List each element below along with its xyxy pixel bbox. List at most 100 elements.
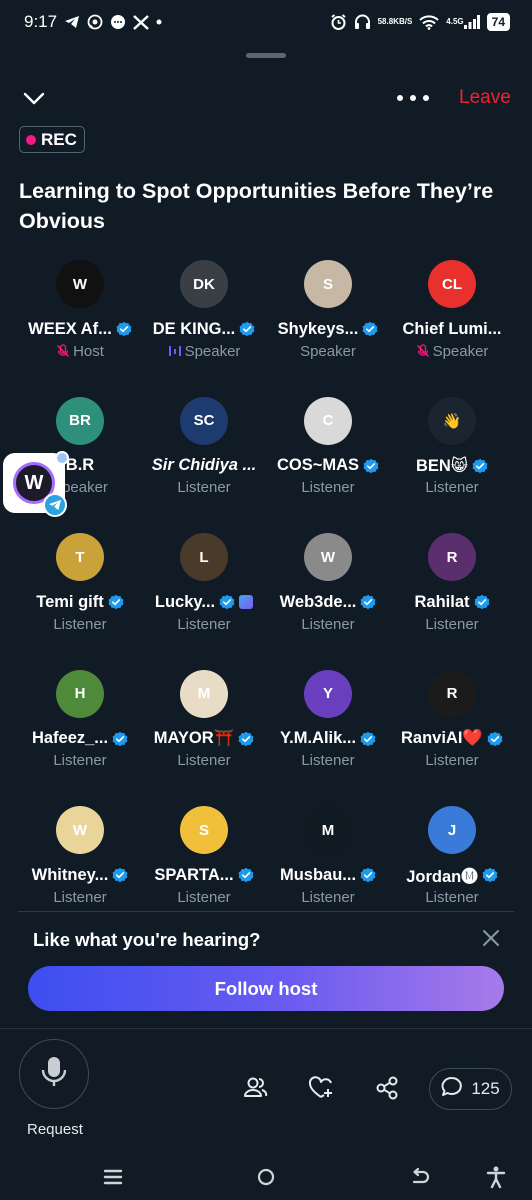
participant[interactable]: S SPARTA... Listener [142, 804, 266, 941]
microphone-icon [40, 1055, 68, 1094]
headphones-icon [354, 14, 371, 30]
participant-name-row: SPARTA... [154, 864, 253, 886]
participant[interactable]: W WEEX Af... Host [18, 258, 142, 395]
leave-button[interactable]: Leave [459, 87, 511, 109]
avatar[interactable]: Y [304, 669, 352, 718]
participant-role: Listener [53, 752, 107, 769]
follow-prompt-text: Like what you're hearing? [33, 929, 261, 950]
avatar[interactable]: H [56, 669, 104, 718]
comments-button[interactable]: 125 [429, 1068, 512, 1110]
wifi-icon [419, 14, 439, 30]
participant[interactable]: M Musbau... Listener [266, 804, 390, 941]
more-dot-icon [397, 95, 403, 101]
participant-role-row: Listener [425, 887, 478, 907]
participant-role: Host [73, 342, 104, 360]
participant-name-row: BEN😸 [416, 455, 488, 477]
participant-row: W WEEX Af... Host DK DE KING... Speaker S Shyke… [18, 258, 514, 395]
avatar[interactable]: R [428, 669, 476, 718]
share-button[interactable] [374, 1075, 400, 1101]
participant-role: Listener [425, 888, 479, 906]
participant[interactable]: W Whitney... Listener [18, 804, 142, 941]
system-nav-bar [0, 1152, 532, 1200]
verified-badge-icon [360, 867, 376, 883]
avatar[interactable]: 👋 [428, 396, 476, 445]
avatar[interactable]: W [56, 260, 104, 308]
close-icon [480, 930, 502, 953]
participant[interactable]: C COS~MAS Listener [266, 395, 390, 532]
participant-name-row: Lucky... [154, 591, 254, 613]
participant-row: H Hafeez_... Listener M MAYOR⛩️ Listener Y Y.M.… [18, 668, 514, 805]
collapse-button[interactable] [20, 86, 48, 110]
verified-badge-icon [116, 321, 132, 337]
request-to-speak-button[interactable] [19, 1039, 89, 1109]
recents-button[interactable] [101, 1165, 125, 1189]
accessibility-button[interactable] [484, 1165, 508, 1189]
participant-name: COS~MAS [276, 456, 360, 474]
avatar[interactable]: S [304, 260, 352, 308]
affiliate-badge-icon [239, 595, 254, 609]
react-button[interactable] [308, 1075, 334, 1101]
status-left: 9:17 [24, 12, 162, 32]
home-button[interactable] [254, 1165, 278, 1189]
participant[interactable]: W Web3de... Listener [266, 531, 390, 668]
avatar[interactable]: C [304, 396, 352, 445]
avatar[interactable]: BR [56, 396, 104, 445]
comment-icon [441, 1076, 463, 1103]
more-options-button[interactable] [397, 86, 429, 110]
avatar[interactable]: M [304, 806, 352, 854]
chevron-down-icon [20, 92, 48, 114]
verified-badge-icon [112, 731, 128, 747]
participant[interactable]: R Rahilat Listener [390, 531, 514, 668]
verified-badge-icon [362, 321, 378, 337]
back-button[interactable] [408, 1165, 432, 1189]
participant-role: Listener [177, 479, 231, 496]
participant-name: BEN😸 [415, 456, 469, 475]
participant-role-row: Listener [425, 614, 478, 634]
participant-name: RanviAI❤️ [401, 729, 483, 747]
participant-role-row: Listener [425, 478, 478, 498]
avatar[interactable]: L [180, 533, 228, 581]
participant[interactable]: M MAYOR⛩️ Listener [142, 668, 266, 805]
alarm-icon [330, 13, 347, 31]
avatar[interactable]: T [56, 533, 104, 581]
participant-role: Listener [177, 752, 231, 769]
participant-role-row: Listener [53, 887, 106, 907]
drag-handle[interactable] [246, 53, 286, 58]
participant[interactable]: Y Y.M.Alik... Listener [266, 668, 390, 805]
verified-badge-icon [474, 594, 490, 610]
avatar[interactable]: M [180, 669, 228, 718]
participant-role: Listener [301, 888, 355, 906]
participant[interactable]: 👋 BEN😸 Listener [390, 395, 514, 532]
participant-name: Lucky... [154, 592, 216, 611]
participant[interactable]: DK DE KING... Speaker [142, 258, 266, 395]
participant[interactable]: CL Chief Lumi... Speaker [390, 258, 514, 395]
speaking-bars-icon [168, 344, 182, 358]
participant-role-row: Listener [177, 887, 230, 907]
participant[interactable]: R RanviAI❤️ Listener [390, 668, 514, 805]
participant[interactable]: T Temi gift Listener [18, 531, 142, 668]
participant-role: Listener [53, 615, 107, 633]
avatar[interactable]: J [428, 806, 476, 854]
avatar[interactable]: W [304, 533, 352, 581]
follow-host-button[interactable]: Follow host [28, 966, 504, 1011]
avatar[interactable]: DK [180, 260, 228, 308]
avatar[interactable]: S [180, 806, 228, 854]
participant-name-row: Whitney... [32, 864, 129, 886]
heart-plus-icon [308, 1076, 334, 1105]
participant-name-row: WEEX Af... [28, 318, 132, 340]
participant[interactable]: SC Sir Chidiya ... Listener [142, 395, 266, 532]
participant[interactable]: L Lucky... Listener [142, 531, 266, 668]
status-time: 9:17 [24, 12, 58, 31]
avatar[interactable]: CL [428, 260, 476, 308]
avatar[interactable]: W [56, 806, 104, 854]
participant[interactable]: H Hafeez_... Listener [18, 668, 142, 805]
people-button[interactable] [242, 1075, 268, 1101]
participant[interactable]: S Shykeys... Speaker [266, 258, 390, 395]
avatar[interactable]: R [428, 533, 476, 581]
floating-app-bubble[interactable]: W [3, 451, 69, 517]
participant-role: Listener [425, 479, 479, 496]
avatar[interactable]: SC [180, 396, 228, 445]
close-prompt-button[interactable] [480, 927, 502, 949]
participant[interactable]: J Jordan🅜 Listener [390, 804, 514, 941]
participant-name: Sir Chidiya ... [151, 456, 257, 474]
